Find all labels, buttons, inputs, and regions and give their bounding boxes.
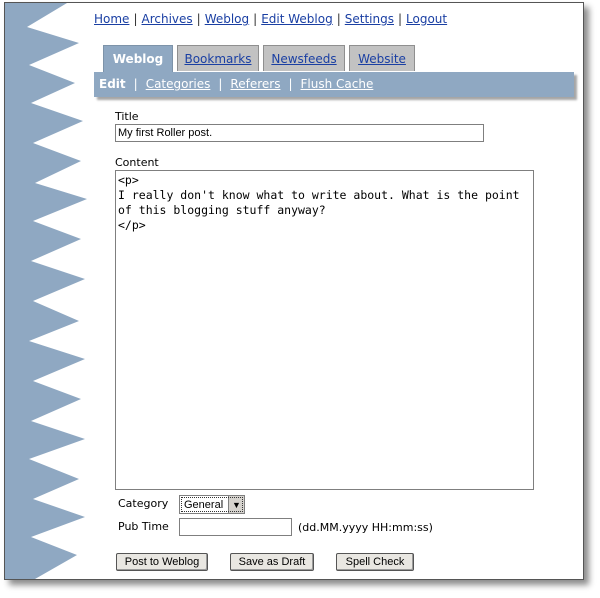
decorative-zigzag-border	[5, 3, 87, 579]
content-textarea[interactable]: <p> I really don't know what to write ab…	[115, 170, 534, 490]
category-selected-value: General	[184, 498, 224, 511]
nav-separator: |	[196, 12, 201, 26]
tab-website[interactable]: Website	[349, 45, 415, 71]
title-input[interactable]	[115, 124, 484, 142]
subnav-separator: |	[288, 77, 293, 91]
tab-newsfeeds[interactable]: Newsfeeds	[263, 45, 345, 71]
nav-archives-link[interactable]: Archives	[141, 12, 192, 26]
nav-separator: |	[397, 12, 403, 26]
post-to-weblog-button[interactable]: Post to Weblog	[116, 553, 208, 571]
nav-separator: |	[253, 12, 258, 26]
tab-bookmarks[interactable]: Bookmarks	[177, 45, 259, 71]
pubtime-label: Pub Time	[118, 520, 169, 533]
tab-weblog[interactable]: Weblog	[103, 45, 173, 73]
nav-home-link[interactable]: Home	[94, 12, 129, 26]
nav-weblog-link[interactable]: Weblog	[205, 12, 249, 26]
subnav-referers-link[interactable]: Referers	[230, 77, 280, 91]
nav-separator: |	[336, 12, 341, 26]
top-navigation: Home | Archives | Weblog | Edit Weblog | Setting…	[94, 12, 447, 26]
nav-logout-link[interactable]: Logout	[406, 12, 447, 26]
nav-separator: |	[133, 12, 138, 26]
sub-navigation: Edit | Categories | Referers | Flush Cache	[94, 72, 574, 97]
spell-check-button[interactable]: Spell Check	[336, 553, 414, 571]
subnav-edit[interactable]: Edit	[99, 77, 126, 91]
title-label: Title	[115, 110, 139, 123]
chevron-down-icon[interactable]: ▼	[228, 496, 244, 513]
save-as-draft-button[interactable]: Save as Draft	[230, 553, 314, 571]
subnav-flush-cache-link[interactable]: Flush Cache	[301, 77, 374, 91]
subnav-separator: |	[133, 77, 138, 91]
content-label: Content	[115, 156, 159, 169]
category-label: Category	[118, 497, 169, 510]
nav-settings-link[interactable]: Settings	[345, 12, 394, 26]
pubtime-format-hint: (dd.MM.yyyy HH:mm:ss)	[298, 521, 433, 534]
app-window: Home | Archives | Weblog | Edit Weblog | Setting…	[4, 2, 584, 580]
subnav-separator: |	[218, 77, 223, 91]
subnav-categories-link[interactable]: Categories	[146, 77, 211, 91]
nav-edit-weblog-link[interactable]: Edit Weblog	[261, 12, 333, 26]
pubtime-input[interactable]	[179, 518, 292, 536]
category-select[interactable]: General ▼	[179, 495, 245, 514]
